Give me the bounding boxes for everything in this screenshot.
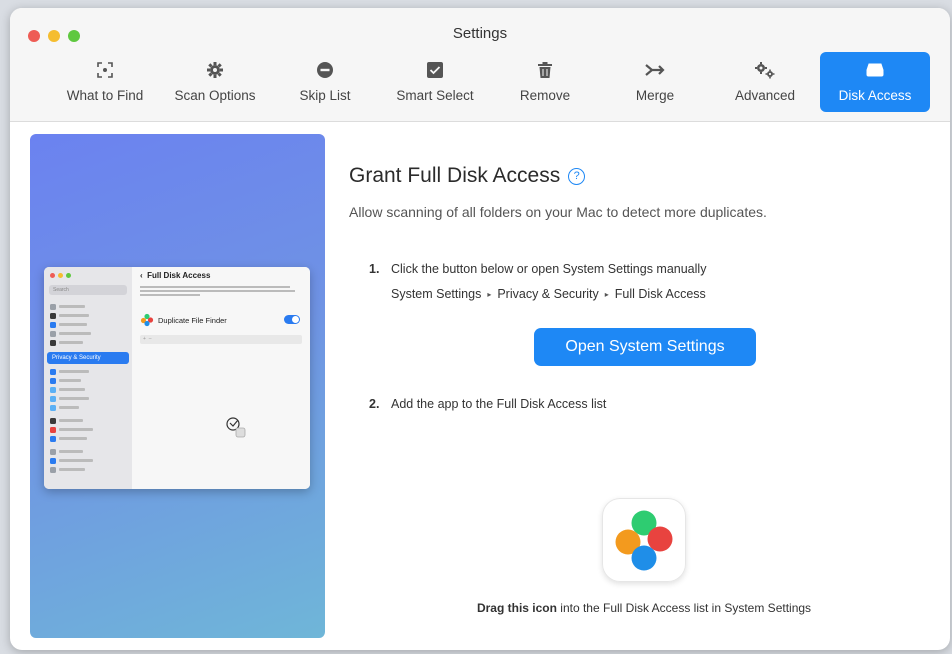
titlebar: Settings What to Find Scan Options Skip …: [10, 8, 950, 122]
trash-icon: [534, 60, 556, 80]
preview-title: ‹ Full Disk Access: [140, 271, 211, 280]
preview-main: ‹ Full Disk Access Duplicate File Finder…: [132, 267, 310, 489]
merge-icon: [644, 60, 666, 80]
tab-label: Remove: [519, 88, 571, 103]
preview-search: Search: [49, 285, 127, 295]
preview-add-remove: + –: [140, 335, 302, 344]
tab-label: Smart Select: [396, 88, 474, 103]
app-mini-icon: [140, 313, 154, 327]
step-1: 1. Click the button below or open System …: [369, 262, 707, 276]
tab-label: Skip List: [299, 88, 351, 103]
tab-what-to-find[interactable]: What to Find: [50, 52, 160, 112]
tab-merge[interactable]: Merge: [600, 52, 710, 112]
viewfinder-icon: [94, 60, 116, 80]
tab-smart-select[interactable]: Smart Select: [380, 52, 490, 112]
draggable-app-icon[interactable]: [602, 498, 686, 582]
tab-disk-access[interactable]: Disk Access: [820, 52, 930, 112]
tab-label: Advanced: [734, 88, 796, 103]
preview-toggle: [284, 315, 300, 324]
window-title: Settings: [452, 25, 508, 42]
tab-label: Scan Options: [174, 88, 256, 103]
help-icon[interactable]: ?: [568, 167, 586, 185]
drag-cursor-icon: [226, 417, 246, 438]
drag-instruction: Drag this icon into the Full Disk Access…: [476, 601, 812, 615]
app-icon: [615, 510, 673, 571]
settings-toolbar: What to Find Scan Options Skip List Smar…: [50, 52, 930, 112]
preview-sidebar: Search Privacy & Security: [44, 267, 132, 489]
tab-scan-options[interactable]: Scan Options: [160, 52, 270, 112]
tab-skip-list[interactable]: Skip List: [270, 52, 380, 112]
tab-label: Merge: [635, 88, 675, 103]
page-subtitle: Allow scanning of all folders on your Ma…: [349, 204, 767, 220]
gears-icon: [754, 60, 776, 80]
preview-privacy-item: Privacy & Security: [47, 352, 129, 364]
open-system-settings-button[interactable]: Open System Settings: [534, 328, 756, 366]
step-2: 2. Add the app to the Full Disk Access li…: [369, 397, 607, 411]
minus-circle-icon: [314, 60, 336, 80]
tab-remove[interactable]: Remove: [490, 52, 600, 112]
preview-app-row: Duplicate File Finder: [140, 313, 302, 327]
chevron-right-icon: ▸: [487, 289, 492, 299]
checkbox-icon: [424, 60, 446, 80]
disk-icon: [864, 60, 886, 80]
chevron-right-icon: ▸: [604, 289, 609, 299]
tab-label: Disk Access: [838, 88, 912, 103]
tab-label: What to Find: [66, 88, 144, 103]
gear-icon: [204, 60, 226, 80]
page-title: Grant Full Disk Access ?: [349, 164, 586, 188]
settings-path: System Settings ▸ Privacy & Security ▸ F…: [391, 287, 706, 301]
settings-window: Settings What to Find Scan Options Skip …: [10, 8, 950, 650]
tab-advanced[interactable]: Advanced: [710, 52, 820, 112]
system-settings-preview: Search Privacy & Security ‹ Full Disk Ac…: [44, 267, 310, 489]
illustration-panel: Search Privacy & Security ‹ Full Disk Ac…: [30, 134, 325, 638]
